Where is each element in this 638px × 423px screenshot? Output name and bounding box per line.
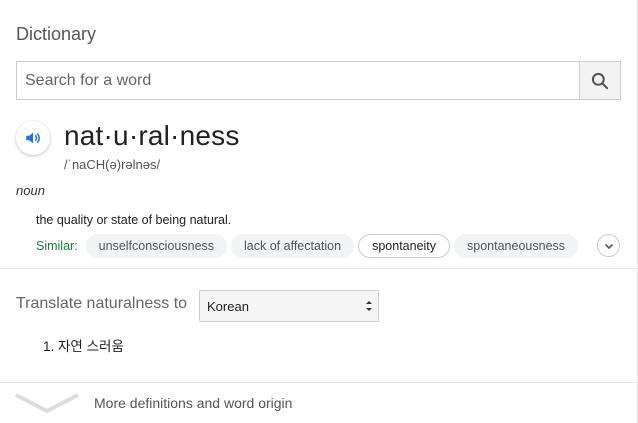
similar-words-row: Similar: unselfconsciousness lack of aff… <box>36 233 579 258</box>
similar-chip[interactable]: lack of affectation <box>231 233 355 258</box>
chevron-down-icon <box>15 393 79 414</box>
language-select-value: Korean <box>207 298 249 314</box>
more-similar-button[interactable] <box>597 234 620 257</box>
phonetic-transcription: /ˈnaCH(ə)rəlnəs/ <box>64 157 161 172</box>
pronunciation-button[interactable] <box>16 121 50 155</box>
part-of-speech: noun <box>16 183 45 198</box>
more-definitions-link[interactable]: More definitions and word origin <box>0 383 638 423</box>
similar-chip[interactable]: spontaneity <box>358 233 451 258</box>
search-input[interactable] <box>17 62 579 99</box>
similar-chip[interactable]: spontaneousness <box>454 233 579 258</box>
select-arrows-icon <box>366 301 372 311</box>
translate-label: Translate naturalness to <box>16 295 188 312</box>
similar-label: Similar: <box>36 238 78 253</box>
card-title: Dictionary <box>16 24 97 44</box>
translation-result: 1. 자연 스러움 <box>43 339 124 354</box>
headword: nat·u·ral·ness <box>64 120 240 151</box>
definition-text: the quality or state of being natural. <box>36 213 232 227</box>
more-definitions-label: More definitions and word origin <box>94 395 293 411</box>
language-select[interactable]: Korean <box>199 290 379 322</box>
chevron-down-icon <box>604 243 613 249</box>
search-button[interactable] <box>579 62 620 99</box>
search-box <box>16 61 621 100</box>
similar-chip[interactable]: unselfconsciousness <box>85 233 228 258</box>
dictionary-card: Dictionary nat·u·ral·ness /ˈnaCH(ə)rəlnə… <box>0 0 638 423</box>
section-divider <box>0 268 638 269</box>
speaker-icon <box>26 132 40 144</box>
search-icon <box>591 72 609 89</box>
